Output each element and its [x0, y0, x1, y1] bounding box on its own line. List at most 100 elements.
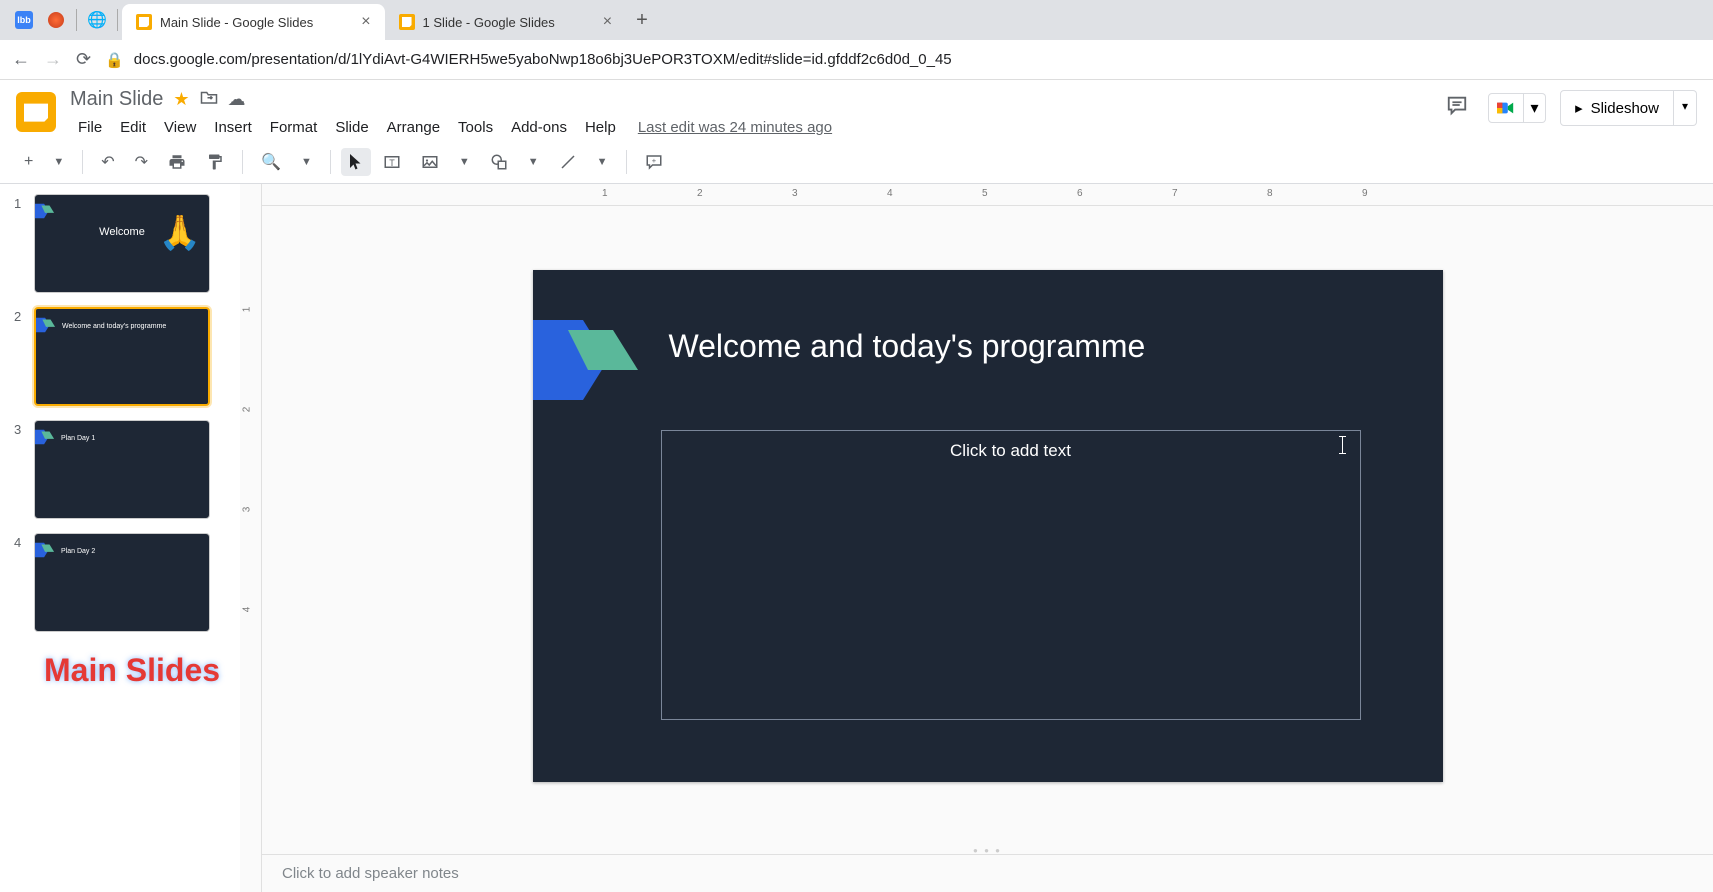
slide-thumbnail[interactable]: Welcome and today's programme	[34, 307, 210, 406]
new-tab-button[interactable]: +	[626, 9, 658, 32]
thumbnail-row[interactable]: 1🙏Welcome	[14, 194, 226, 293]
thumbnail-title: Plan Day 2	[61, 548, 95, 555]
zoom-button[interactable]: 🔍	[253, 146, 289, 178]
thumbnail-number: 1	[14, 194, 34, 293]
slides-logo-icon[interactable]	[16, 92, 56, 132]
menu-tools[interactable]: Tools	[450, 115, 501, 140]
slide-decoration-icon	[533, 320, 643, 400]
slide-title[interactable]: Welcome and today's programme	[669, 328, 1146, 365]
toolbar-separator	[82, 150, 83, 174]
thumbnail-number: 4	[14, 533, 34, 632]
new-slide-dropdown[interactable]: ▼	[45, 150, 72, 174]
zoom-dropdown[interactable]: ▼	[293, 150, 320, 174]
svg-text:+: +	[651, 155, 656, 164]
menu-bar: File Edit View Insert Format Slide Arran…	[70, 115, 1440, 140]
toolbar-separator	[626, 150, 627, 174]
slideshow-dropdown[interactable]: ▾	[1674, 90, 1697, 126]
image-tool[interactable]	[413, 147, 447, 177]
menu-insert[interactable]: Insert	[206, 115, 260, 140]
last-edit-link[interactable]: Last edit was 24 minutes ago	[638, 115, 832, 140]
shape-dropdown[interactable]: ▼	[520, 150, 547, 174]
address-bar: ← → ⟳ 🔒 docs.google.com/presentation/d/1…	[0, 40, 1713, 80]
filmstrip[interactable]: 1🙏Welcome2Welcome and today's programme3…	[0, 184, 240, 892]
extension-icon-ibb[interactable]: lbb	[14, 10, 34, 30]
menu-arrange[interactable]: Arrange	[379, 115, 448, 140]
tab-title: Main Slide - Google Slides	[160, 15, 313, 30]
thumbnail-row[interactable]: 3 Plan Day 1	[14, 420, 226, 519]
thumbnail-number: 3	[14, 420, 34, 519]
menu-help[interactable]: Help	[577, 115, 624, 140]
extension-icon-globe[interactable]: 🌐	[87, 10, 107, 30]
main-area: 1🙏Welcome2Welcome and today's programme3…	[0, 184, 1713, 892]
menu-edit[interactable]: Edit	[112, 115, 154, 140]
slideshow-label: Slideshow	[1591, 100, 1659, 117]
tab-title: 1 Slide - Google Slides	[423, 15, 555, 30]
menu-format[interactable]: Format	[262, 115, 326, 140]
menu-slide[interactable]: Slide	[327, 115, 376, 140]
toolbar-separator	[242, 150, 243, 174]
tab-separator	[117, 9, 118, 31]
meet-dropdown[interactable]: ▾	[1524, 93, 1546, 123]
textbox-tool[interactable]: T	[375, 147, 409, 177]
toolbar-separator	[330, 150, 331, 174]
close-tab-icon[interactable]: ×	[603, 13, 612, 31]
thumbnail-number: 2	[14, 307, 34, 406]
redo-button[interactable]: ↷	[127, 146, 156, 178]
menu-view[interactable]: View	[156, 115, 204, 140]
thumbnail-title: Welcome and today's programme	[62, 323, 166, 330]
image-dropdown[interactable]: ▼	[451, 150, 478, 174]
move-icon[interactable]	[200, 89, 218, 110]
cloud-status-icon[interactable]: ☁	[228, 89, 246, 110]
text-cursor-icon	[1342, 436, 1343, 454]
thumbnail-title: Plan Day 1	[61, 435, 95, 442]
line-tool[interactable]	[551, 147, 585, 177]
print-button[interactable]	[160, 147, 194, 177]
menu-file[interactable]: File	[70, 115, 110, 140]
thumbnail-row[interactable]: 4 Plan Day 2	[14, 533, 226, 632]
extension-icon-brave[interactable]	[46, 10, 66, 30]
select-tool[interactable]	[341, 148, 371, 176]
menu-addons[interactable]: Add-ons	[503, 115, 575, 140]
comments-icon[interactable]	[1440, 88, 1474, 128]
slide-thumbnail[interactable]: Plan Day 1	[34, 420, 210, 519]
star-icon[interactable]: ★	[173, 89, 189, 110]
docs-header: Main Slide ★ ☁ File Edit View Insert For…	[0, 80, 1713, 140]
notes-drag-handle[interactable]: ● ● ●	[262, 846, 1713, 854]
body-placeholder: Click to add text	[950, 441, 1071, 461]
back-icon[interactable]: ←	[12, 49, 30, 70]
horizontal-ruler: 1 2 3 4 5 6 7 8 9	[262, 184, 1713, 206]
canvas-area: 1 2 3 4 5 6 7 8 9 Welcome and today's pr…	[262, 184, 1713, 892]
url-input[interactable]: 🔒 docs.google.com/presentation/d/1lYdiAv…	[105, 51, 1701, 69]
new-slide-button[interactable]: +	[16, 147, 41, 177]
svg-text:T: T	[389, 157, 395, 167]
undo-button[interactable]: ↶	[93, 146, 122, 178]
thumbnail-title: Welcome	[99, 226, 145, 238]
url-text: docs.google.com/presentation/d/1lYdiAvt-…	[134, 51, 952, 68]
document-title[interactable]: Main Slide	[70, 88, 163, 111]
slide-thumbnail[interactable]: 🙏Welcome	[34, 194, 210, 293]
slide-thumbnail[interactable]: Plan Day 2	[34, 533, 210, 632]
paint-format-button[interactable]	[198, 147, 232, 177]
lock-icon: 🔒	[105, 51, 124, 69]
line-dropdown[interactable]: ▼	[589, 150, 616, 174]
comment-button[interactable]: +	[637, 147, 671, 177]
slide-canvas[interactable]: Welcome and today's programme Click to a…	[533, 270, 1443, 782]
toolbar: + ▼ ↶ ↷ 🔍 ▼ T ▼ ▼ ▼ +	[0, 140, 1713, 184]
forward-icon[interactable]: →	[44, 49, 62, 70]
meet-icon[interactable]	[1488, 93, 1524, 123]
browser-tab[interactable]: 1 Slide - Google Slides ×	[385, 4, 627, 40]
slides-favicon	[136, 14, 152, 30]
slide-body-textbox[interactable]: Click to add text	[661, 430, 1361, 720]
close-tab-icon[interactable]: ×	[361, 13, 370, 31]
browser-tab-strip: lbb 🌐 Main Slide - Google Slides × 1 Sli…	[0, 0, 1713, 40]
annotation-label: Main Slides	[44, 652, 226, 689]
slides-favicon	[399, 14, 415, 30]
shape-tool[interactable]	[482, 147, 516, 177]
vertical-ruler: 1 2 3 4	[240, 184, 262, 892]
speaker-notes[interactable]: Click to add speaker notes	[262, 854, 1713, 892]
slideshow-button[interactable]: ▸ Slideshow	[1560, 90, 1674, 126]
browser-tab-active[interactable]: Main Slide - Google Slides ×	[122, 4, 385, 40]
thumbnail-row[interactable]: 2 Welcome and today's programme	[14, 307, 226, 406]
reload-icon[interactable]: ⟳	[76, 49, 91, 70]
play-icon: ▸	[1575, 99, 1583, 117]
